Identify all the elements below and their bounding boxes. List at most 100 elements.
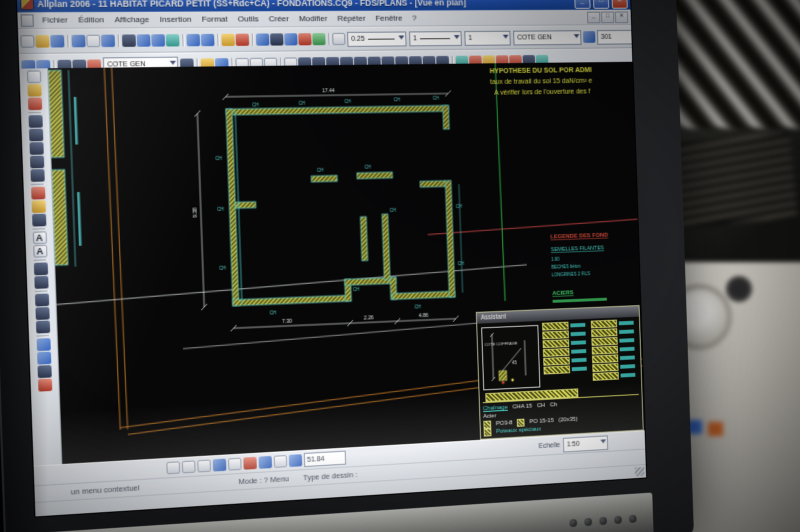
menu-modifier[interactable]: Modifier (294, 13, 333, 24)
plot-icon[interactable] (71, 35, 85, 48)
doc-close-button[interactable]: ✕ (615, 11, 628, 23)
segment-combobox[interactable]: 301 (597, 29, 646, 44)
arc-icon[interactable] (30, 169, 44, 182)
pen-combobox[interactable]: 1 (464, 30, 510, 45)
doc-minimize-button[interactable]: _ (587, 11, 600, 23)
zoom-previous-icon[interactable] (228, 458, 242, 471)
column-icon[interactable] (35, 307, 49, 320)
hatch-swatch-icon[interactable] (542, 322, 569, 331)
pan-hand-icon[interactable] (274, 455, 288, 468)
menu-repeter[interactable]: Répéter (332, 13, 370, 24)
menu-fichier[interactable]: Fichier (37, 14, 74, 26)
update-icon[interactable] (289, 454, 302, 467)
hatch-swatch-icon[interactable] (543, 357, 570, 366)
hatch-swatch-icon[interactable] (542, 330, 569, 339)
cha-value-1[interactable]: CHA 15 (512, 404, 532, 411)
menu-format[interactable]: Format (196, 13, 233, 24)
hatch-swatch-icon[interactable] (591, 328, 617, 337)
zoom-window-icon[interactable] (213, 459, 227, 472)
hatch-swatch-icon[interactable] (543, 365, 570, 374)
hatch-icon[interactable] (31, 187, 45, 200)
hatch-swatch-icon[interactable] (593, 372, 619, 381)
paste-icon[interactable] (151, 34, 165, 46)
maximize-button[interactable]: □ (593, 0, 609, 8)
zoom-out-icon[interactable] (197, 459, 211, 472)
hatch-swatch-row[interactable] (542, 331, 585, 339)
mirror-icon[interactable] (37, 365, 51, 378)
hatch-swatch-row[interactable] (591, 320, 634, 328)
redraw-icon[interactable] (243, 457, 257, 470)
wizard-icon[interactable] (221, 34, 235, 46)
echelle-combobox[interactable]: 1:50 (563, 435, 608, 452)
context-help-icon[interactable] (332, 33, 345, 45)
hatch-swatch-row[interactable] (591, 337, 634, 345)
brush-icon[interactable] (27, 97, 41, 110)
move-icon[interactable] (36, 338, 50, 351)
hatch-swatch-icon[interactable] (592, 346, 618, 355)
scale-combobox[interactable]: 0.25 (347, 31, 407, 46)
menu-help[interactable]: ? (407, 13, 421, 24)
exclamation-icon[interactable] (236, 34, 250, 46)
new-document-icon[interactable] (20, 35, 34, 48)
zoom-value-box[interactable]: 51.84 (304, 451, 346, 468)
menu-creer[interactable]: Créer (263, 13, 294, 24)
hatch-swatch-row[interactable] (543, 357, 586, 365)
cha-value-3[interactable]: Ch (550, 402, 557, 408)
hatch-swatch-row[interactable] (592, 363, 635, 371)
layer-lock-icon[interactable] (583, 31, 596, 43)
menu-outils[interactable]: Outils (233, 13, 264, 24)
zoom-in-icon[interactable] (182, 460, 196, 473)
print-icon[interactable] (86, 35, 100, 47)
menu-insertion[interactable]: Insertion (154, 14, 196, 25)
hatch-swatch-icon[interactable] (543, 348, 570, 357)
menu-affichage[interactable]: Affichage (109, 14, 155, 26)
hatch-swatch-icon[interactable] (543, 339, 570, 348)
pan-icon[interactable] (166, 461, 180, 474)
doc-restore-button[interactable]: □ (601, 11, 614, 23)
cha-value-2[interactable]: CH (537, 403, 545, 409)
hatch-swatch-row[interactable] (542, 322, 585, 330)
pattern-icon[interactable] (32, 214, 46, 227)
menu-fenetre[interactable]: Fenêtre (370, 13, 407, 24)
fill-icon[interactable] (31, 200, 45, 213)
text-icon[interactable] (32, 231, 46, 244)
print-preview-icon[interactable] (101, 35, 115, 47)
copy-icon[interactable] (36, 352, 50, 365)
assistant-preview[interactable]: 45 COTE COFFRAGE (481, 325, 540, 390)
dim-linear-icon[interactable] (33, 262, 47, 275)
linetype-combobox[interactable]: 1 (409, 31, 462, 46)
cut-icon[interactable] (122, 34, 136, 46)
hatch-swatch-row[interactable] (543, 339, 586, 347)
poteaux-label[interactable]: Poteaux spéciaux (496, 427, 541, 435)
drawing-canvas[interactable]: 17.44 9.38 7.30 2.26 4.86 CH CH CH CH CH… (47, 62, 645, 465)
dim-vertical-icon[interactable] (34, 276, 48, 289)
hatch-swatch-row[interactable] (592, 355, 635, 363)
line-icon[interactable] (28, 115, 42, 128)
circle-icon[interactable] (29, 156, 43, 169)
close-button[interactable]: ✕ (612, 0, 628, 8)
undo-icon[interactable] (186, 34, 200, 46)
pen-icon[interactable] (27, 84, 41, 97)
project-icon[interactable] (256, 33, 270, 45)
hatch-swatch-row[interactable] (591, 328, 634, 336)
opening-icon[interactable] (35, 320, 49, 333)
po-swatch-2[interactable] (517, 419, 525, 427)
globe-icon[interactable] (312, 33, 325, 45)
hatch-swatch-row[interactable] (593, 372, 636, 380)
hatch-swatch-icon[interactable] (591, 320, 617, 329)
wall-icon[interactable] (34, 294, 48, 307)
open-icon[interactable] (35, 35, 49, 48)
save-icon[interactable] (50, 35, 64, 48)
view-3d-icon[interactable] (258, 456, 272, 469)
hatch-swatch-icon[interactable] (592, 363, 618, 372)
hatch-swatch-row[interactable] (543, 366, 586, 374)
hatch-swatch-row[interactable] (543, 348, 586, 356)
polyline-icon[interactable] (28, 129, 42, 142)
hatch-swatch-row[interactable] (592, 346, 635, 354)
paragraph-text-icon[interactable] (33, 245, 47, 258)
hatch-swatch-icon[interactable] (592, 354, 618, 363)
menu-edition[interactable]: Édition (73, 14, 110, 26)
send-icon[interactable] (284, 33, 297, 45)
poteaux-swatch[interactable] (484, 428, 492, 436)
rectangle-icon[interactable] (29, 142, 43, 155)
